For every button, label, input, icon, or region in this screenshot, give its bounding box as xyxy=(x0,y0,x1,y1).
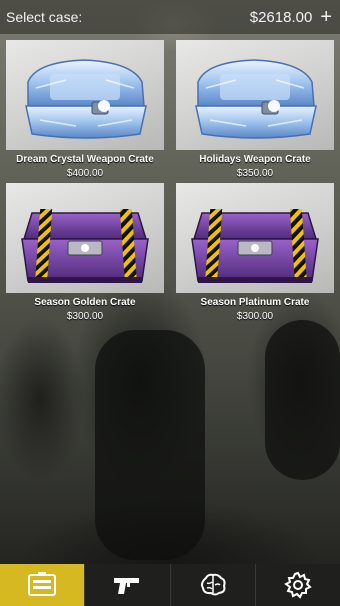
crystal-crate-icon xyxy=(195,59,317,139)
purple-crate-icon xyxy=(191,209,319,283)
crate-name: Holidays Weapon Crate xyxy=(199,154,311,165)
crate-card[interactable]: Holidays Weapon Crate $350.00 xyxy=(176,40,334,179)
crate-name: Season Platinum Crate xyxy=(200,297,310,308)
header-bar: Select case: $2618.00 + xyxy=(0,0,340,34)
background-soldier-silhouette xyxy=(95,330,205,560)
gun-icon xyxy=(114,578,140,594)
crate-image xyxy=(6,40,164,150)
crate-price: $400.00 xyxy=(66,168,104,179)
crate-image xyxy=(176,183,334,293)
bottom-nav xyxy=(0,564,340,606)
background-soldier-silhouette xyxy=(265,320,340,480)
cases-icon xyxy=(28,572,57,596)
nav-brain-button[interactable] xyxy=(169,564,255,606)
plus-icon[interactable]: + xyxy=(320,7,332,27)
settings-gear-icon xyxy=(283,571,312,599)
crate-name: Dream Crystal Weapon Crate xyxy=(16,154,154,165)
header-right: $2618.00 + xyxy=(250,7,332,27)
crate-name: Season Golden Crate xyxy=(34,297,136,308)
crate-grid: Dream Crystal Weapon Crate $400.00 Holid… xyxy=(6,40,334,322)
crate-card[interactable]: Season Golden Crate $300.00 xyxy=(6,183,164,322)
nav-weapons-button[interactable] xyxy=(84,564,169,606)
balance-value: $2618.00 xyxy=(249,8,313,26)
crate-card[interactable]: Season Platinum Crate $300.00 xyxy=(176,183,334,322)
crate-price: $350.00 xyxy=(236,168,274,179)
nav-settings-button[interactable] xyxy=(254,564,340,606)
brain-icon xyxy=(200,573,226,596)
crate-image xyxy=(176,40,334,150)
purple-crate-icon xyxy=(21,209,149,283)
crystal-crate-icon xyxy=(25,59,147,139)
crate-card[interactable]: Dream Crystal Weapon Crate $400.00 xyxy=(6,40,164,179)
crate-image xyxy=(6,183,164,293)
crate-price: $300.00 xyxy=(236,311,274,322)
page-title: Select case: xyxy=(6,9,83,25)
nav-cases-button[interactable] xyxy=(0,564,85,606)
crate-price: $300.00 xyxy=(66,311,104,322)
